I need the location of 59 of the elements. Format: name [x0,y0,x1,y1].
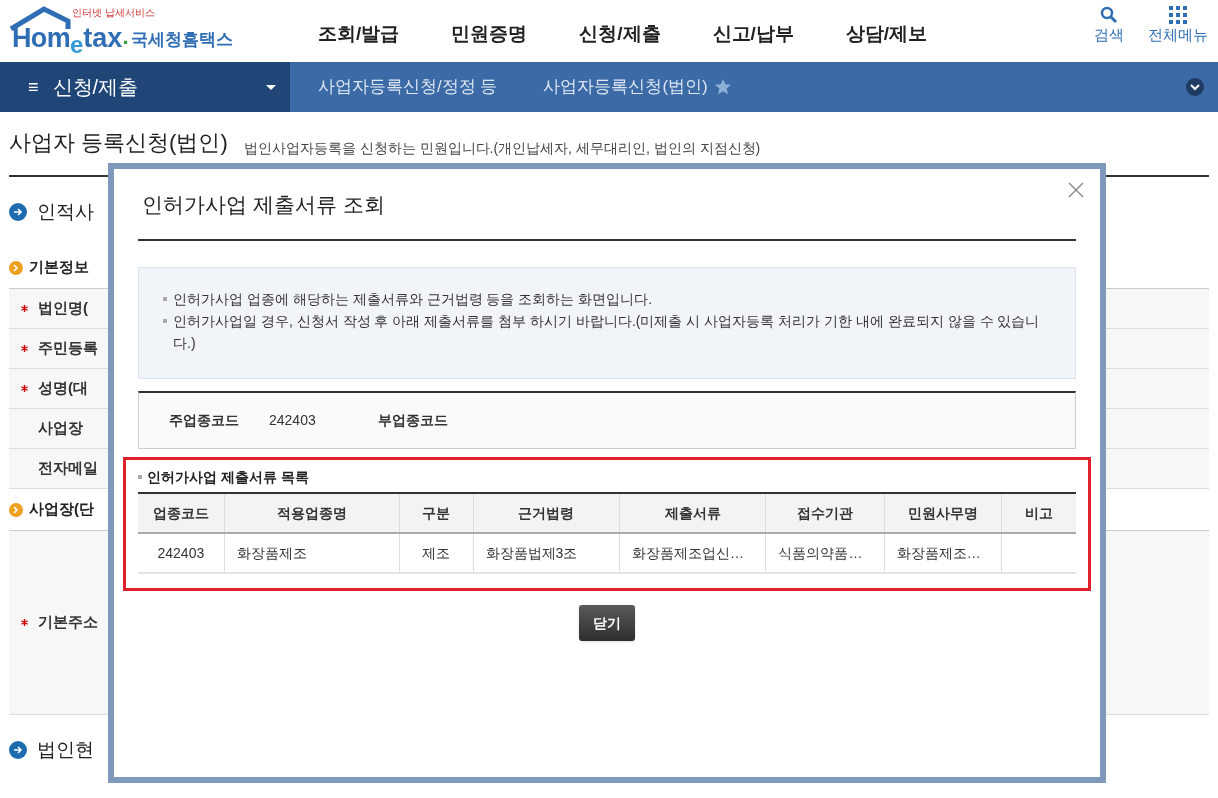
chevron-right-icon [9,260,23,275]
search-button[interactable]: 검색 [1094,6,1124,47]
subsection-heading: 기본정보 [29,257,89,278]
section-heading: 인적사 [37,199,94,224]
arrow-right-icon [9,203,27,221]
field-label: 전자메일 [38,458,98,479]
page-description: 법인사업자등록을 신청하는 민원입니다.(개인납세자, 세무대리인, 법인의 지점신청) [243,139,761,158]
chevron-down-icon[interactable] [1186,78,1204,96]
grid-menu-icon [1169,6,1187,24]
code-label: 부업종코드 [377,411,448,430]
column-header: 구분 [399,493,474,533]
table-cell: 242403 [138,533,225,573]
field-label: 법인명( [38,298,88,319]
column-header: 접수기관 [765,493,885,533]
menu-item[interactable]: 신청/제출 [579,20,661,49]
menu-icon: ≡ [28,73,39,101]
bullet-icon [138,475,142,479]
all-menu-button[interactable]: 전체메뉴 [1148,6,1208,47]
menu-item[interactable]: 조회/발급 [318,20,400,49]
field-label: 성명(대 [38,378,88,399]
table-cell: 화장품제조… [884,533,1002,573]
star-icon[interactable] [713,78,732,96]
field-label: 기본주소 [38,612,98,633]
table-cell: 화장품제조업신… [619,533,766,573]
arrow-right-icon [9,741,27,759]
list-title: 인허가사업 제출서류 목록 [147,467,309,487]
section-heading: 법인현 [37,737,94,762]
column-header: 업종코드 [138,493,225,533]
table-cell: 화장품법제3조 [473,533,620,573]
column-header: 근거법령 [473,493,620,533]
menu-item[interactable]: 상담/제보 [845,20,928,49]
column-header: 민원사무명 [884,493,1002,533]
code-label: 주업종코드 [169,411,239,430]
bullet-icon [163,297,167,301]
close-button[interactable]: 닫기 [579,605,635,641]
menu-item[interactable]: 신고/납부 [712,20,794,49]
table-cell: 화장품제조 [224,533,400,573]
column-header: 적용업종명 [224,493,400,533]
notice-text: 인허가사업 업종에 해당하는 제출서류와 근거법령 등을 조회하는 화면입니다. [173,290,653,309]
column-header: 제출서류 [619,493,766,533]
breadcrumb-link[interactable]: 사업자등록신청(법인) [543,74,708,100]
code-value: 242403 [269,411,316,430]
current-menu-dropdown[interactable]: ≡ 신청/제출 [0,62,290,112]
bullet-icon [163,319,167,323]
chevron-right-icon [9,502,23,517]
dialog-title: 인허가사업 제출서류 조회 [142,192,385,219]
table-cell: 식품의약품… [765,533,885,573]
close-icon[interactable] [1068,182,1084,198]
field-label: 사업장 [38,418,83,439]
notice-text: 인허가사업일 경우, 신청서 작성 후 아래 제출서류를 첨부 하시기 바랍니다.(미제출 시 사업자등록 처리가 기한 내에 완료되지 않을 수 있습니다.) [173,312,1041,353]
subsection-heading: 사업장(단 [29,499,94,520]
caret-icon [266,84,276,90]
table-cell: 제조 [399,533,474,573]
menu-item[interactable]: 민원증명 [451,20,528,49]
search-icon [1100,6,1118,24]
breadcrumb-link[interactable]: 사업자등록신청/정정 등 [318,74,498,100]
page-title: 사업자 등록신청(법인) [9,129,228,157]
field-label: 주민등록 [38,338,98,359]
column-header: 비고 [1001,493,1076,533]
